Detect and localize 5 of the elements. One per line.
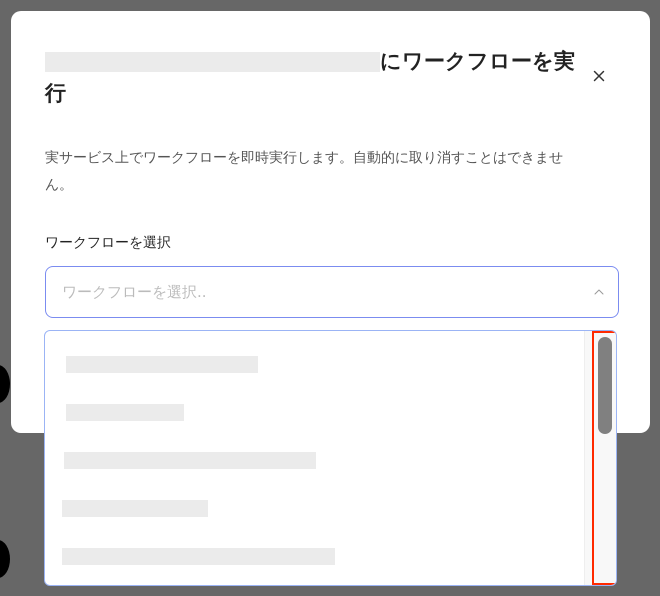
scrollbar-thumb[interactable] (598, 337, 612, 434)
workflow-select[interactable]: ワークフローを選択.. (45, 266, 619, 318)
dialog-title: にワークフローを実行 (45, 48, 576, 107)
field-label: ワークフローを選択 (45, 234, 172, 252)
description: 実サービス上でワークフローを即時実行します。自動的に取り消すことはできません。 (45, 149, 564, 195)
